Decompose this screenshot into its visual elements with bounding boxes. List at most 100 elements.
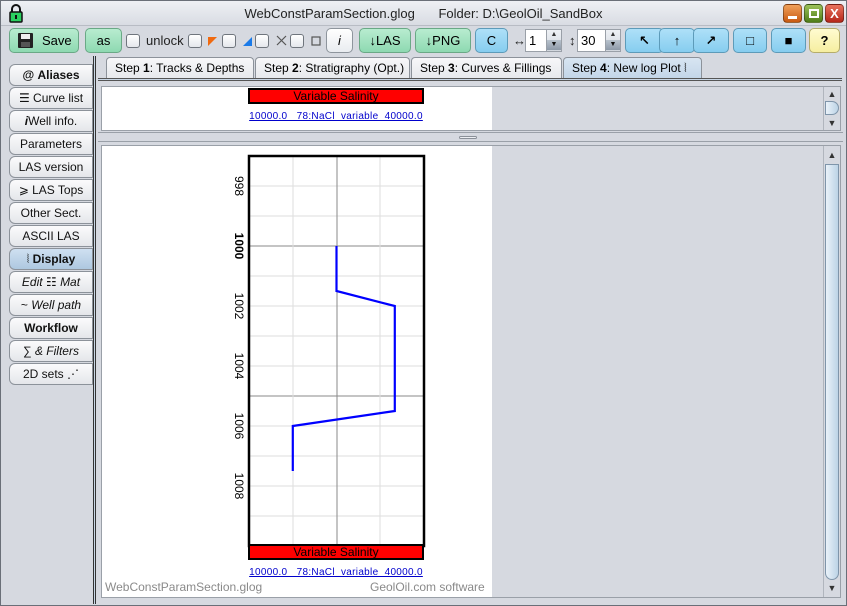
unlock-label: unlock (146, 33, 184, 48)
header-scrollbar[interactable]: ▲ ▼ (823, 87, 840, 130)
toolbar: Save as unlock i ↓LAS ↓PNG C ↔ 1 ▲ ▼ ↕ 30… (7, 28, 842, 54)
title-bar: WebConstParamSection.glog Folder: D:\Geo… (1, 1, 846, 26)
sidebar-item-edit-mat[interactable]: Edit ☷ Mat (9, 271, 93, 293)
scroll-up-icon[interactable]: ▲ (824, 87, 840, 101)
export-las-button[interactable]: ↓LAS (359, 28, 411, 53)
sidebar-item-workflow[interactable]: Workflow (9, 317, 93, 339)
sidebar-item-other-sections[interactable]: Other Sect. (9, 202, 93, 224)
sidebar-item-label: Parameters (19, 137, 83, 151)
info-button[interactable]: i (326, 28, 353, 53)
scroll-down-icon[interactable]: ▼ (824, 116, 840, 130)
arrow-up-right-button[interactable]: ↗ (693, 28, 729, 53)
tops-icon: ⩾ (18, 183, 29, 197)
sidebar-item-aliases[interactable]: @ Aliases (9, 64, 93, 86)
save-as-button[interactable]: as (85, 28, 122, 53)
tab-label: : Curves & Fillings (454, 61, 552, 75)
c-button[interactable]: C (475, 28, 508, 53)
close-icon: X (830, 6, 839, 21)
square-filled-button[interactable]: ■ (771, 28, 806, 53)
tab-number: 4 (600, 61, 607, 75)
export-png-button[interactable]: ↓PNG (415, 28, 471, 53)
log-plot[interactable]: 998 1000 1002 1004 1006 1008 (102, 146, 492, 597)
tab-step-2[interactable]: Step 2: Stratigraphy (Opt.) (255, 57, 410, 79)
scrollbar-thumb[interactable] (825, 101, 839, 115)
height-value: 30 (581, 33, 596, 48)
sidebar-item-well-info[interactable]: iWell info. (9, 110, 93, 132)
at-icon: @ (22, 68, 35, 82)
width-value: 1 (529, 33, 537, 48)
maximize-button[interactable] (804, 4, 823, 23)
sidebar-item-ascii-las[interactable]: ASCII LAS (9, 225, 93, 247)
scroll-up-icon[interactable]: ▲ (824, 148, 840, 162)
width-spinner-arrows[interactable]: ▲ ▼ (546, 30, 561, 51)
tab-label: : Stratigraphy (Opt.) (298, 61, 405, 75)
sidebar-item-2d-sets[interactable]: 2D sets ⋰ (9, 363, 93, 385)
depth-tick-label: 1006 (232, 413, 246, 440)
curve-scale-top[interactable]: 10000.0 78:NaCl variable 40000.0 (248, 111, 424, 122)
tab-label: Step (115, 61, 144, 75)
minimize-button[interactable] (783, 4, 802, 23)
tab-label: Step (572, 61, 601, 75)
plot-panel: 998 1000 1002 1004 1006 1008 Variable Salinit… (101, 145, 841, 598)
tab-label: : New log Plot ⦚ (606, 61, 687, 75)
footer-brand: GeolOil.com software (370, 580, 485, 594)
sidebar-item-curve-list[interactable]: ☰ Curve list (9, 87, 93, 109)
sidebar-item-label: 2D sets (22, 367, 64, 381)
tab-label: Step (420, 61, 449, 75)
scroll-down-icon[interactable]: ▼ (824, 581, 840, 595)
scatter-icon: ⋰ (67, 367, 80, 381)
fill-right-checkbox[interactable] (222, 34, 236, 48)
sidebar-item-parameters[interactable]: Parameters (9, 133, 93, 155)
depth-tick-label: 998 (232, 176, 246, 196)
plot-scrollbar[interactable]: ▲ ▼ (823, 146, 840, 597)
file-name: WebConstParamSection.glog (244, 6, 415, 21)
tab-step-1[interactable]: Step 1: Tracks & Depths (106, 57, 254, 79)
unlock-checkbox[interactable] (126, 34, 140, 48)
curve-scale-bottom[interactable]: 10000.0 78:NaCl variable 40000.0 (248, 567, 424, 578)
spinner-down-icon[interactable]: ▼ (606, 40, 620, 50)
sidebar-item-las-tops[interactable]: ⩾ LAS Tops (9, 179, 93, 201)
save-button[interactable]: Save (9, 28, 79, 53)
save-label: Save (42, 33, 72, 48)
sidebar-item-label: ASCII LAS (22, 229, 80, 243)
width-spinner[interactable]: 1 ▲ ▼ (525, 29, 562, 52)
folder-path: Folder: D:\GeolOil_SandBox (438, 6, 603, 21)
sidebar-item-label: Display (32, 252, 76, 266)
close-button[interactable]: X (825, 4, 844, 23)
sidebar-item-las-version[interactable]: LAS version (9, 156, 93, 178)
spinner-up-icon[interactable]: ▲ (606, 30, 620, 40)
curve-header-bottom[interactable]: Variable Salinity (248, 544, 424, 560)
panel-splitter[interactable] (98, 132, 843, 142)
help-button[interactable]: ? (809, 28, 840, 53)
sidebar-item-display[interactable]: ⦚ Display (9, 248, 93, 270)
footer-file-name: WebConstParamSection.glog (105, 580, 263, 594)
tab-underline (98, 78, 842, 81)
cross-icon (276, 35, 287, 46)
maximize-icon (808, 9, 819, 18)
box-checkbox[interactable] (290, 34, 304, 48)
scrollbar-thumb[interactable] (825, 164, 839, 580)
spinner-up-icon[interactable]: ▲ (547, 30, 561, 40)
height-spinner[interactable]: 30 ▲ ▼ (577, 29, 621, 52)
tab-step-4[interactable]: Step 4: New log Plot ⦚ (563, 57, 702, 79)
tab-step-3[interactable]: Step 3: Curves & Fillings (411, 57, 562, 79)
sidebar-item-label: LAS Tops (32, 183, 84, 197)
log-track-icon: ⦚ (26, 252, 30, 266)
square-outline-button[interactable]: □ (733, 28, 767, 53)
height-spinner-arrows[interactable]: ▲ ▼ (605, 30, 620, 51)
spinner-down-icon[interactable]: ▼ (547, 40, 561, 50)
blue-triangle-icon (243, 37, 252, 46)
minimize-icon (788, 16, 797, 19)
list-icon: ☰ (18, 91, 30, 105)
sidebar-item-label: Well info. (28, 114, 78, 128)
arrow-up-button[interactable]: ↑ (659, 28, 695, 53)
fill-left-checkbox[interactable] (188, 34, 202, 48)
splitter-grip[interactable] (459, 136, 477, 139)
sidebar-item-filters[interactable]: ∑ & Filters (9, 340, 93, 362)
cross-checkbox[interactable] (255, 34, 269, 48)
wave-icon: ~ (20, 298, 28, 312)
depth-tick-label: 1008 (232, 473, 246, 500)
curve-header-top[interactable]: Variable Salinity (248, 88, 424, 104)
sidebar-item-well-path[interactable]: ~ Well path (9, 294, 93, 316)
depth-tick-label: 1000 (232, 233, 246, 260)
